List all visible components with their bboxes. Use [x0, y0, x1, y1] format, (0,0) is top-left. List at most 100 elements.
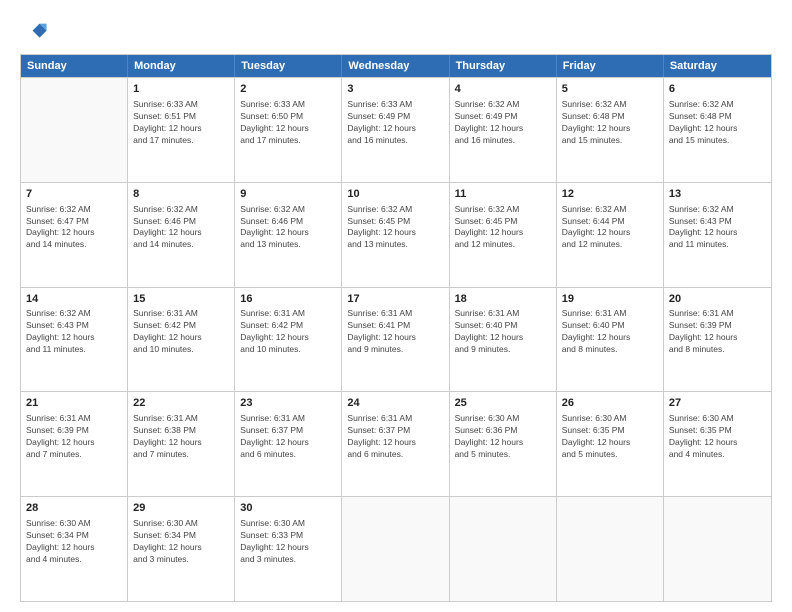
calendar: SundayMondayTuesdayWednesdayThursdayFrid… [20, 54, 772, 602]
cal-cell: 30 Sunrise: 6:30 AMSunset: 6:33 PMDayligh… [235, 497, 342, 601]
day-info: Sunrise: 6:33 AMSunset: 6:50 PMDaylight:… [240, 99, 336, 147]
day-info: Sunrise: 6:30 AMSunset: 6:35 PMDaylight:… [669, 413, 766, 461]
cal-cell: 2 Sunrise: 6:33 AMSunset: 6:50 PMDaylight… [235, 78, 342, 182]
cal-cell: 16Sunrise: 6:31 AMSunset: 6:42 PMDayligh… [235, 288, 342, 392]
day-number: 19 [562, 292, 658, 307]
cal-cell: 26 Sunrise: 6:30 AMSunset: 6:35 PMDayligh… [557, 392, 664, 496]
day-info: Sunrise: 6:31 AMSunset: 6:40 PMDaylight:… [562, 308, 658, 356]
day-info: Sunrise: 6:32 AMSunset: 6:45 PMDaylight:… [347, 204, 443, 252]
cal-cell: 9 Sunrise: 6:32 AMSunset: 6:46 PMDaylight… [235, 183, 342, 287]
week-row-4: 21 Sunrise: 6:31 AMSunset: 6:39 PMDayligh… [21, 391, 771, 496]
cal-cell: 18Sunrise: 6:31 AMSunset: 6:40 PMDayligh… [450, 288, 557, 392]
day-number: 21 [26, 396, 122, 411]
week-row-2: 7Sunrise: 6:32 AMSunset: 6:47 PMDaylight… [21, 182, 771, 287]
cal-cell: 10 Sunrise: 6:32 AMSunset: 6:45 PMDayligh… [342, 183, 449, 287]
day-info: Sunrise: 6:30 AMSunset: 6:36 PMDaylight:… [455, 413, 551, 461]
day-info: Sunrise: 6:31 AMSunset: 6:37 PMDaylight:… [347, 413, 443, 461]
header-day-thursday: Thursday [450, 55, 557, 77]
day-info: Sunrise: 6:32 AMSunset: 6:46 PMDaylight:… [240, 204, 336, 252]
cal-cell: 22 Sunrise: 6:31 AMSunset: 6:38 PMDayligh… [128, 392, 235, 496]
cal-cell [557, 497, 664, 601]
cal-cell: 5 Sunrise: 6:32 AMSunset: 6:48 PMDaylight… [557, 78, 664, 182]
day-number: 25 [455, 396, 551, 411]
cal-cell: 12 Sunrise: 6:32 AMSunset: 6:44 PMDayligh… [557, 183, 664, 287]
header-day-tuesday: Tuesday [235, 55, 342, 77]
day-info: Sunrise: 6:30 AMSunset: 6:34 PMDaylight:… [26, 518, 122, 566]
day-number: 12 [562, 187, 658, 202]
day-number: 23 [240, 396, 336, 411]
day-number: 8 [133, 187, 229, 202]
day-number: 4 [455, 82, 551, 97]
calendar-header: SundayMondayTuesdayWednesdayThursdayFrid… [21, 55, 771, 77]
cal-cell: 14Sunrise: 6:32 AMSunset: 6:43 PMDayligh… [21, 288, 128, 392]
day-number: 2 [240, 82, 336, 97]
cal-cell: 3 Sunrise: 6:33 AMSunset: 6:49 PMDaylight… [342, 78, 449, 182]
cal-cell [664, 497, 771, 601]
calendar-body: 1 Sunrise: 6:33 AMSunset: 6:51 PMDaylight… [21, 77, 771, 601]
cal-cell: 4 Sunrise: 6:32 AMSunset: 6:49 PMDaylight… [450, 78, 557, 182]
day-number: 10 [347, 187, 443, 202]
logo-icon [20, 18, 48, 46]
week-row-3: 14Sunrise: 6:32 AMSunset: 6:43 PMDayligh… [21, 287, 771, 392]
cal-cell [21, 78, 128, 182]
day-info: Sunrise: 6:32 AMSunset: 6:44 PMDaylight:… [562, 204, 658, 252]
day-info: Sunrise: 6:30 AMSunset: 6:33 PMDaylight:… [240, 518, 336, 566]
day-info: Sunrise: 6:32 AMSunset: 6:48 PMDaylight:… [669, 99, 766, 147]
cal-cell: 25 Sunrise: 6:30 AMSunset: 6:36 PMDayligh… [450, 392, 557, 496]
day-info: Sunrise: 6:32 AMSunset: 6:46 PMDaylight:… [133, 204, 229, 252]
day-number: 5 [562, 82, 658, 97]
day-info: Sunrise: 6:31 AMSunset: 6:41 PMDaylight:… [347, 308, 443, 356]
day-info: Sunrise: 6:32 AMSunset: 6:49 PMDaylight:… [455, 99, 551, 147]
week-row-5: 28Sunrise: 6:30 AMSunset: 6:34 PMDayligh… [21, 496, 771, 601]
cal-cell: 29 Sunrise: 6:30 AMSunset: 6:34 PMDayligh… [128, 497, 235, 601]
cal-cell: 1 Sunrise: 6:33 AMSunset: 6:51 PMDaylight… [128, 78, 235, 182]
day-number: 30 [240, 501, 336, 516]
day-number: 3 [347, 82, 443, 97]
cal-cell: 15Sunrise: 6:31 AMSunset: 6:42 PMDayligh… [128, 288, 235, 392]
day-info: Sunrise: 6:31 AMSunset: 6:37 PMDaylight:… [240, 413, 336, 461]
cal-cell: 27Sunrise: 6:30 AMSunset: 6:35 PMDayligh… [664, 392, 771, 496]
day-number: 24 [347, 396, 443, 411]
day-info: Sunrise: 6:32 AMSunset: 6:45 PMDaylight:… [455, 204, 551, 252]
cal-cell: 19Sunrise: 6:31 AMSunset: 6:40 PMDayligh… [557, 288, 664, 392]
cal-cell: 23 Sunrise: 6:31 AMSunset: 6:37 PMDayligh… [235, 392, 342, 496]
day-number: 6 [669, 82, 766, 97]
header-day-saturday: Saturday [664, 55, 771, 77]
day-info: Sunrise: 6:31 AMSunset: 6:42 PMDaylight:… [240, 308, 336, 356]
header-day-wednesday: Wednesday [342, 55, 449, 77]
cal-cell: 6 Sunrise: 6:32 AMSunset: 6:48 PMDaylight… [664, 78, 771, 182]
day-info: Sunrise: 6:31 AMSunset: 6:39 PMDaylight:… [26, 413, 122, 461]
cal-cell: 11 Sunrise: 6:32 AMSunset: 6:45 PMDayligh… [450, 183, 557, 287]
day-number: 9 [240, 187, 336, 202]
cal-cell: 7Sunrise: 6:32 AMSunset: 6:47 PMDaylight… [21, 183, 128, 287]
logo [20, 18, 52, 46]
day-info: Sunrise: 6:32 AMSunset: 6:48 PMDaylight:… [562, 99, 658, 147]
day-number: 13 [669, 187, 766, 202]
day-number: 7 [26, 187, 122, 202]
day-number: 29 [133, 501, 229, 516]
day-number: 1 [133, 82, 229, 97]
page: SundayMondayTuesdayWednesdayThursdayFrid… [0, 0, 792, 612]
header [20, 18, 772, 46]
day-number: 17 [347, 292, 443, 307]
day-info: Sunrise: 6:33 AMSunset: 6:49 PMDaylight:… [347, 99, 443, 147]
day-info: Sunrise: 6:30 AMSunset: 6:34 PMDaylight:… [133, 518, 229, 566]
day-number: 18 [455, 292, 551, 307]
day-number: 22 [133, 396, 229, 411]
day-info: Sunrise: 6:31 AMSunset: 6:40 PMDaylight:… [455, 308, 551, 356]
cal-cell: 20Sunrise: 6:31 AMSunset: 6:39 PMDayligh… [664, 288, 771, 392]
cal-cell [342, 497, 449, 601]
header-day-monday: Monday [128, 55, 235, 77]
cal-cell [450, 497, 557, 601]
day-number: 26 [562, 396, 658, 411]
cal-cell: 21 Sunrise: 6:31 AMSunset: 6:39 PMDayligh… [21, 392, 128, 496]
day-info: Sunrise: 6:33 AMSunset: 6:51 PMDaylight:… [133, 99, 229, 147]
day-info: Sunrise: 6:30 AMSunset: 6:35 PMDaylight:… [562, 413, 658, 461]
day-info: Sunrise: 6:32 AMSunset: 6:43 PMDaylight:… [26, 308, 122, 356]
day-number: 16 [240, 292, 336, 307]
cal-cell: 13Sunrise: 6:32 AMSunset: 6:43 PMDayligh… [664, 183, 771, 287]
day-number: 11 [455, 187, 551, 202]
header-day-friday: Friday [557, 55, 664, 77]
day-number: 14 [26, 292, 122, 307]
day-info: Sunrise: 6:31 AMSunset: 6:38 PMDaylight:… [133, 413, 229, 461]
